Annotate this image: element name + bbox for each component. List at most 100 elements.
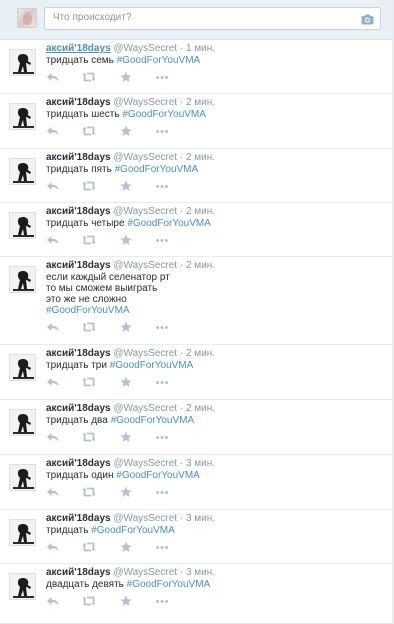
- more-icon[interactable]: [155, 486, 169, 498]
- tweet-hashtag[interactable]: #GoodForYouVMA: [91, 525, 175, 536]
- reply-icon[interactable]: [46, 321, 60, 333]
- star-icon[interactable]: [119, 71, 133, 83]
- star-icon[interactable]: [119, 431, 133, 443]
- camera-icon[interactable]: [361, 12, 374, 25]
- retweet-icon[interactable]: [82, 125, 96, 137]
- tweet-fullname[interactable]: аксий'18days: [46, 97, 111, 108]
- reply-icon[interactable]: [46, 431, 60, 443]
- tweet[interactable]: аксий'18days @WaysSecret · 3 мин. двадца…: [0, 564, 394, 624]
- tweet-username[interactable]: @WaysSecret: [113, 348, 177, 359]
- more-icon[interactable]: [155, 595, 169, 607]
- tweet-avatar[interactable]: [9, 103, 36, 130]
- tweet[interactable]: аксий'18days @WaysSecret · 3 мин. тридца…: [0, 510, 394, 564]
- retweet-icon[interactable]: [82, 376, 96, 388]
- tweet[interactable]: аксий'18days @WaysSecret · 2 мин. тридца…: [0, 149, 394, 203]
- tweet-hashtag[interactable]: #GoodForYouVMA: [46, 305, 130, 316]
- tweet-avatar[interactable]: [9, 409, 36, 436]
- star-icon[interactable]: [119, 234, 133, 246]
- reply-icon[interactable]: [46, 234, 60, 246]
- tweet-fullname[interactable]: аксий'18days: [46, 152, 111, 163]
- user-avatar[interactable]: [17, 8, 37, 28]
- tweet-timestamp[interactable]: 2 мин.: [186, 97, 215, 108]
- tweet-username[interactable]: @WaysSecret: [113, 567, 177, 578]
- star-icon[interactable]: [119, 321, 133, 333]
- tweet-timestamp[interactable]: 2 мин.: [186, 152, 215, 163]
- reply-icon[interactable]: [46, 595, 60, 607]
- reply-icon[interactable]: [46, 71, 60, 83]
- reply-icon[interactable]: [46, 486, 60, 498]
- tweet-fullname[interactable]: аксий'18days: [46, 348, 111, 359]
- tweet[interactable]: аксий'18days @WaysSecret · 3 мин. тридца…: [0, 455, 394, 510]
- tweet-timestamp[interactable]: 3 мин.: [186, 513, 215, 524]
- tweet-hashtag[interactable]: #GoodForYouVMA: [110, 360, 194, 371]
- retweet-icon[interactable]: [82, 431, 96, 443]
- tweet-fullname[interactable]: аксий'18days: [46, 43, 111, 54]
- tweet-hashtag[interactable]: #GoodForYouVMA: [115, 164, 199, 175]
- tweet[interactable]: аксий'18days @WaysSecret · 1 мин. тридца…: [0, 40, 394, 94]
- more-icon[interactable]: [155, 541, 169, 553]
- retweet-icon[interactable]: [82, 595, 96, 607]
- star-icon[interactable]: [119, 376, 133, 388]
- tweet-hashtag[interactable]: #GoodForYouVMA: [127, 579, 211, 590]
- star-icon[interactable]: [119, 486, 133, 498]
- tweet-username[interactable]: @WaysSecret: [113, 152, 177, 163]
- tweet-username[interactable]: @WaysSecret: [113, 260, 177, 271]
- more-icon[interactable]: [155, 125, 169, 137]
- more-icon[interactable]: [155, 376, 169, 388]
- retweet-icon[interactable]: [82, 180, 96, 192]
- retweet-icon[interactable]: [82, 486, 96, 498]
- tweet-hashtag[interactable]: #GoodForYouVMA: [127, 218, 211, 229]
- more-icon[interactable]: [155, 431, 169, 443]
- tweet[interactable]: аксий'18days @WaysSecret · 2 мин. если к…: [0, 257, 394, 345]
- tweet-hashtag[interactable]: #GoodForYouVMA: [117, 55, 201, 66]
- tweet-avatar[interactable]: [9, 266, 36, 293]
- tweet-timestamp[interactable]: 2 мин.: [186, 348, 215, 359]
- tweet-fullname[interactable]: аксий'18days: [46, 567, 111, 578]
- tweet-fullname[interactable]: аксий'18days: [46, 206, 111, 217]
- star-icon[interactable]: [119, 180, 133, 192]
- more-icon[interactable]: [155, 71, 169, 83]
- star-icon[interactable]: [119, 595, 133, 607]
- tweet-avatar[interactable]: [9, 519, 36, 546]
- tweet[interactable]: аксий'18days @WaysSecret · 2 мин. тридца…: [0, 400, 394, 455]
- more-icon[interactable]: [155, 234, 169, 246]
- tweet-fullname[interactable]: аксий'18days: [46, 403, 111, 414]
- tweet-avatar[interactable]: [9, 212, 36, 239]
- tweet-avatar[interactable]: [9, 573, 36, 600]
- tweet-username[interactable]: @WaysSecret: [113, 513, 177, 524]
- tweet-username[interactable]: @WaysSecret: [113, 458, 177, 469]
- tweet-timestamp[interactable]: 2 мин.: [186, 206, 215, 217]
- tweet-fullname[interactable]: аксий'18days: [46, 260, 111, 271]
- tweet-hashtag[interactable]: #GoodForYouVMA: [111, 415, 195, 426]
- tweet-timestamp[interactable]: 3 мин.: [186, 458, 215, 469]
- star-icon[interactable]: [119, 541, 133, 553]
- retweet-icon[interactable]: [82, 541, 96, 553]
- reply-icon[interactable]: [46, 376, 60, 388]
- more-icon[interactable]: [155, 321, 169, 333]
- tweet[interactable]: аксий'18days @WaysSecret · 2 мин. тридца…: [0, 345, 394, 400]
- tweet-avatar[interactable]: [9, 464, 36, 491]
- tweet-hashtag[interactable]: #GoodForYouVMA: [116, 470, 200, 481]
- tweet-timestamp[interactable]: 2 мин.: [186, 260, 215, 271]
- retweet-icon[interactable]: [82, 234, 96, 246]
- retweet-icon[interactable]: [82, 71, 96, 83]
- tweet-username[interactable]: @WaysSecret: [113, 97, 177, 108]
- more-icon[interactable]: [155, 180, 169, 192]
- tweet[interactable]: аксий'18days @WaysSecret · 2 мин. тридца…: [0, 94, 394, 149]
- tweet-timestamp[interactable]: 2 мин.: [186, 403, 215, 414]
- reply-icon[interactable]: [46, 125, 60, 137]
- tweet-avatar[interactable]: [9, 158, 36, 185]
- retweet-icon[interactable]: [82, 321, 96, 333]
- tweet-timestamp[interactable]: 3 мин.: [186, 567, 215, 578]
- tweet-username[interactable]: @WaysSecret: [113, 206, 177, 217]
- tweet-fullname[interactable]: аксий'18days: [46, 458, 111, 469]
- tweet-username[interactable]: @WaysSecret: [113, 43, 177, 54]
- tweet-avatar[interactable]: [9, 354, 36, 381]
- tweet-timestamp[interactable]: 1 мин.: [186, 43, 215, 54]
- tweet-hashtag[interactable]: #GoodForYouVMA: [122, 109, 206, 120]
- star-icon[interactable]: [119, 125, 133, 137]
- compose-input[interactable]: Что происходит?: [44, 7, 381, 30]
- tweet-fullname[interactable]: аксий'18days: [46, 513, 111, 524]
- tweet-username[interactable]: @WaysSecret: [113, 403, 177, 414]
- tweet-avatar[interactable]: [9, 49, 36, 76]
